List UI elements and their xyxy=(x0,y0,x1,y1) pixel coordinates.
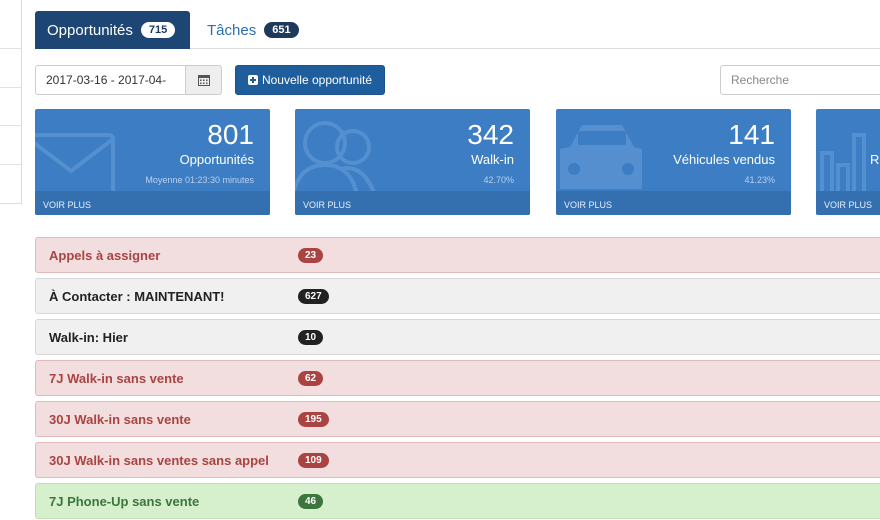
calendar-button[interactable] xyxy=(185,65,222,95)
calendar-icon xyxy=(197,75,210,86)
list-row[interactable]: 7J Phone-Up sans vente 46 xyxy=(35,483,880,519)
row-label: Appels à assigner xyxy=(49,247,161,263)
stat-card-walk-in: 342 Walk-in 42.70% VOIR PLUS xyxy=(295,109,530,215)
row-label: 7J Phone-Up sans vente xyxy=(49,493,200,509)
stat-label: Opportunités xyxy=(179,152,254,167)
new-opportunity-button[interactable]: Nouvelle opportunité xyxy=(235,65,385,95)
stat-value: 141 xyxy=(728,119,775,150)
tab-taches[interactable]: Tâches 651 xyxy=(195,11,311,49)
stat-card-vehicules: 141 Véhicules vendus 41.23% VOIR PLUS xyxy=(556,109,791,215)
tab-label: Opportunités xyxy=(47,21,133,39)
see-more-link[interactable]: VOIR PLUS xyxy=(556,191,791,215)
stat-card-opportunites: 801 Opportunités Moyenne 01:23:30 minute… xyxy=(35,109,270,215)
row-label: À Contacter : MAINTENANT! xyxy=(49,288,225,304)
stat-label: Walk-in xyxy=(471,152,514,167)
tab-count-badge: 651 xyxy=(264,22,299,38)
tab-label: Tâches xyxy=(207,21,257,39)
plus-square-icon xyxy=(247,75,258,85)
stat-card-partial: Ra VOIR PLUS xyxy=(816,109,880,215)
stat-subtext: 41.23% xyxy=(744,175,775,185)
sidebar-divider xyxy=(0,48,22,49)
see-more-link[interactable]: VOIR PLUS xyxy=(295,191,530,215)
see-more-link[interactable]: VOIR PLUS xyxy=(35,191,270,215)
stat-value: 342 xyxy=(467,119,514,150)
list-row[interactable]: À Contacter : MAINTENANT! 627 xyxy=(35,278,880,314)
tab-count-badge: 715 xyxy=(140,22,176,38)
row-count-badge: 195 xyxy=(298,411,329,427)
row-count-badge: 627 xyxy=(298,288,329,304)
new-opportunity-label: Nouvelle opportunité xyxy=(261,73,373,87)
list-row[interactable]: 7J Walk-in sans vente 62 xyxy=(35,360,880,396)
sidebar-divider xyxy=(0,87,22,88)
row-label: 30J Walk-in sans ventes sans appel xyxy=(49,452,269,468)
row-label: Walk-in: Hier xyxy=(49,329,128,345)
list-row[interactable]: 30J Walk-in sans ventes sans appel 109 xyxy=(35,442,880,478)
row-count-badge: 23 xyxy=(298,247,324,263)
stat-subtext: Moyenne 01:23:30 minutes xyxy=(145,175,254,185)
sidebar-divider xyxy=(0,164,22,165)
tab-bar: Opportunités 715 Tâches 651 xyxy=(35,11,880,49)
list-row[interactable]: Walk-in: Hier 10 xyxy=(35,319,880,355)
list-row[interactable]: 30J Walk-in sans vente 195 xyxy=(35,401,880,437)
see-more-link[interactable]: VOIR PLUS xyxy=(816,191,880,215)
row-count-badge: 46 xyxy=(298,493,324,509)
sidebar-edge xyxy=(0,0,22,204)
row-count-badge: 62 xyxy=(298,370,324,386)
stat-label: Véhicules vendus xyxy=(673,152,775,167)
search-input[interactable] xyxy=(720,65,880,95)
row-label: 7J Walk-in sans vente xyxy=(49,370,184,386)
row-count-badge: 10 xyxy=(298,329,324,345)
list-row[interactable]: Appels à assigner 23 xyxy=(35,237,880,273)
sidebar-divider xyxy=(0,125,22,126)
row-label: 30J Walk-in sans vente xyxy=(49,411,191,427)
stat-value: 801 xyxy=(207,119,254,150)
stat-subtext: 42.70% xyxy=(483,175,514,185)
row-count-badge: 109 xyxy=(298,452,329,468)
tab-opportunites[interactable]: Opportunités 715 xyxy=(35,11,190,49)
date-range-input[interactable]: 2017-03-16 - 2017-04- xyxy=(35,65,186,95)
stat-label: Ra xyxy=(870,152,880,167)
